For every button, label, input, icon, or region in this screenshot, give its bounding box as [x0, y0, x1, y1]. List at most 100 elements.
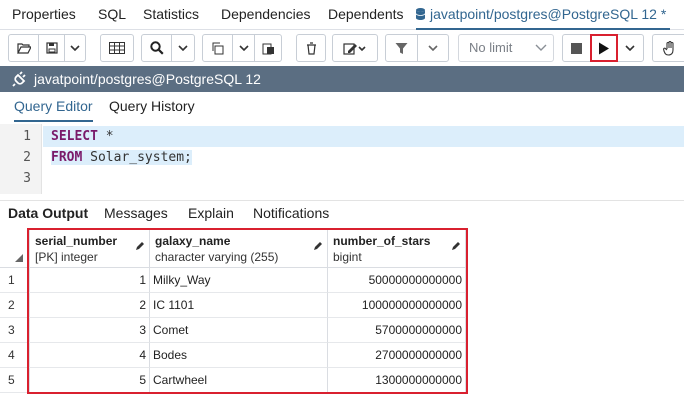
column-type: [PK] integer [35, 250, 98, 264]
filter-icon [395, 42, 408, 54]
tab-query-history[interactable]: Query History [109, 92, 195, 122]
editor-tab-bar: Query Editor Query History [0, 92, 684, 122]
stop-button[interactable] [563, 35, 591, 61]
tab-dependencies[interactable]: Dependencies [221, 0, 311, 30]
row-limit-value: No limit [469, 40, 513, 55]
open-file-button[interactable] [9, 35, 39, 61]
hand-button[interactable] [653, 35, 684, 61]
row-number[interactable]: 1 [0, 268, 30, 293]
tab-sql[interactable]: SQL [98, 0, 126, 30]
clipboard-button-group [202, 34, 282, 62]
row-number[interactable]: 4 [0, 343, 30, 368]
filter-dropdown-button[interactable] [418, 35, 448, 61]
open-file-icon [16, 43, 31, 54]
cell-galaxy-name[interactable]: Milky_Way [150, 268, 328, 293]
grid-icon [109, 42, 125, 54]
cell-serial-number[interactable]: 4 [30, 343, 150, 368]
tab-dependents[interactable]: Dependents [328, 0, 404, 30]
column-name: number_of_stars [333, 234, 431, 248]
tab-query-tool[interactable]: javatpoint/postgres@PostgreSQL 12 * [416, 0, 671, 30]
column-type: bigint [333, 250, 362, 264]
row-number[interactable]: 2 [0, 293, 30, 318]
cell-galaxy-name[interactable]: Cartwheel [150, 368, 328, 393]
column-header-number-of-stars[interactable]: number_of_stars bigint [328, 228, 466, 268]
search-dropdown-icon [178, 45, 188, 51]
save-icon [45, 42, 58, 54]
copy-button[interactable] [203, 35, 233, 61]
grid-button[interactable] [101, 35, 133, 61]
save-dropdown-button[interactable] [65, 35, 85, 61]
tab-explain[interactable]: Explain [188, 205, 234, 221]
cell-serial-number[interactable]: 2 [30, 293, 150, 318]
paste-button[interactable] [255, 35, 281, 61]
save-dropdown-icon [70, 45, 80, 51]
filter-dropdown-icon [428, 45, 438, 51]
sql-editor[interactable]: 1 2 3 SELECT * FROM Solar_system; [0, 124, 684, 194]
column-name: serial_number [35, 234, 118, 248]
tab-properties[interactable]: Properties [12, 0, 76, 30]
execute-dropdown-button[interactable] [617, 35, 643, 61]
copy-dropdown-icon [238, 45, 249, 51]
sql-text: * [97, 129, 114, 144]
cell-number-of-stars[interactable]: 5700000000000 [328, 318, 466, 343]
filter-button[interactable] [386, 35, 418, 61]
tab-notifications[interactable]: Notifications [253, 205, 329, 221]
column-type: character varying (255) [155, 250, 279, 264]
cell-number-of-stars[interactable]: 2700000000000 [328, 343, 466, 368]
cell-serial-number[interactable]: 1 [30, 268, 150, 293]
column-header-galaxy-name[interactable]: galaxy_name character varying (255) [150, 228, 328, 268]
chevron-down-icon [535, 44, 547, 51]
tab-statistics[interactable]: Statistics [143, 0, 199, 30]
cell-number-of-stars[interactable]: 1300000000000 [328, 368, 466, 393]
cell-serial-number[interactable]: 3 [30, 318, 150, 343]
sql-keyword: FROM [51, 150, 83, 165]
cell-serial-number[interactable]: 5 [30, 368, 150, 393]
pencil-icon [314, 242, 322, 250]
sql-keyword: SELECT [51, 129, 98, 144]
delete-icon [306, 41, 316, 55]
paste-icon [262, 43, 274, 54]
cell-galaxy-name[interactable]: Bodes [150, 343, 328, 368]
code-line: SELECT * [43, 126, 684, 147]
filter-button-group [385, 34, 449, 62]
code-line: FROM Solar_system; [43, 147, 192, 168]
top-tab-bar: Properties SQL Statistics Dependencies D… [0, 0, 684, 30]
execute-button[interactable] [590, 34, 618, 62]
connection-label: javatpoint/postgres@PostgreSQL 12 [34, 71, 261, 87]
pencil-icon [136, 242, 144, 250]
edit-button[interactable] [333, 35, 377, 61]
copy-dropdown-button[interactable] [233, 35, 255, 61]
grid-corner[interactable] [0, 228, 30, 268]
save-button[interactable] [39, 35, 65, 61]
search-button[interactable] [142, 35, 172, 61]
query-toolbar: No limit [0, 31, 684, 65]
edit-icon [343, 42, 366, 55]
data-output-grid: serial_number [PK] integer galaxy_name c… [0, 228, 684, 395]
cell-number-of-stars[interactable]: 100000000000000 [328, 293, 466, 318]
tab-data-output[interactable]: Data Output [8, 205, 88, 221]
search-button-group [141, 34, 195, 62]
cell-number-of-stars[interactable]: 50000000000000 [328, 268, 466, 293]
column-header-serial-number[interactable]: serial_number [PK] integer [30, 228, 150, 268]
grid-button-group [100, 34, 134, 62]
search-dropdown-button[interactable] [172, 35, 194, 61]
hand-icon [663, 40, 674, 56]
plug-icon [12, 71, 26, 87]
edit-button-group [332, 34, 378, 62]
row-number[interactable]: 3 [0, 318, 30, 343]
cell-galaxy-name[interactable]: IC 1101 [150, 293, 328, 318]
row-number[interactable]: 5 [0, 368, 30, 393]
sql-text: Solar_system; [82, 150, 192, 165]
line-number-gutter: 1 2 3 [0, 124, 42, 194]
row-limit-select[interactable]: No limit [458, 34, 554, 62]
file-button-group [8, 34, 86, 62]
sort-corner-icon [15, 254, 23, 262]
pencil-icon [452, 242, 460, 250]
tab-messages[interactable]: Messages [104, 205, 168, 221]
delete-button[interactable] [297, 35, 325, 61]
cell-galaxy-name[interactable]: Comet [150, 318, 328, 343]
result-tab-bar: Data Output Messages Explain Notificatio… [0, 200, 684, 226]
tab-query-editor[interactable]: Query Editor [14, 92, 93, 122]
database-icon [416, 8, 425, 20]
execute-button-group [562, 34, 644, 62]
